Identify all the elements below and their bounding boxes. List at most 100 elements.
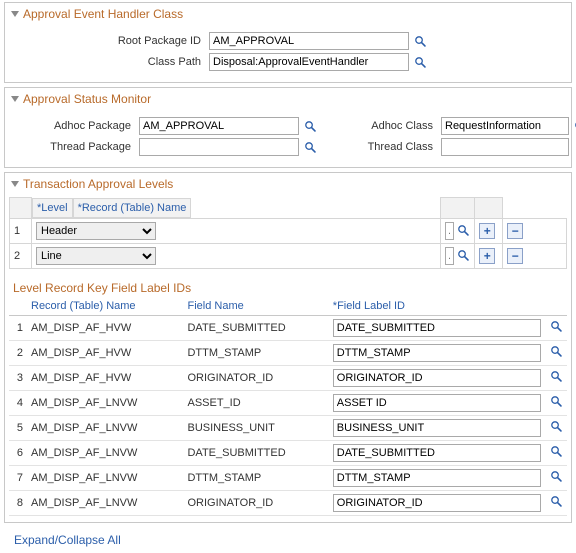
record-input[interactable] bbox=[445, 222, 454, 240]
key-fields-table: Record (Table) Name Field Name *Field La… bbox=[9, 297, 567, 516]
field-cell: DTTM_STAMP bbox=[183, 465, 328, 490]
lookup-icon[interactable] bbox=[549, 494, 563, 508]
class-path-input[interactable] bbox=[209, 53, 409, 71]
lookup-icon[interactable] bbox=[413, 55, 427, 69]
row-number: 6 bbox=[9, 440, 27, 465]
row-number: 5 bbox=[9, 415, 27, 440]
table-row: 1AM_DISP_AF_HVWDATE_SUBMITTED bbox=[9, 315, 567, 340]
section-header[interactable]: Approval Event Handler Class bbox=[5, 3, 571, 25]
record-cell: AM_DISP_AF_LNVW bbox=[27, 465, 183, 490]
record-cell: AM_DISP_AF_LNVW bbox=[27, 490, 183, 515]
delete-row-button[interactable]: − bbox=[507, 248, 523, 264]
field-cell: DATE_SUBMITTED bbox=[183, 440, 328, 465]
table-row: 5AM_DISP_AF_LNVWBUSINESS_UNIT bbox=[9, 415, 567, 440]
row-number: 4 bbox=[9, 390, 27, 415]
add-row-button[interactable]: + bbox=[479, 248, 495, 264]
field-label-input[interactable] bbox=[333, 369, 541, 387]
row-number: 1 bbox=[9, 315, 27, 340]
section-title: Transaction Approval Levels bbox=[23, 177, 173, 191]
section-status-monitor: Approval Status Monitor Adhoc Package Th… bbox=[4, 87, 572, 168]
add-row-button[interactable]: + bbox=[479, 223, 495, 239]
field-cell: BUSINESS_UNIT bbox=[183, 415, 328, 440]
label-thread-class: Thread Class bbox=[317, 141, 437, 153]
lookup-icon[interactable] bbox=[457, 249, 470, 263]
row-number: 2 bbox=[10, 243, 32, 268]
record-cell: AM_DISP_AF_LNVW bbox=[27, 415, 183, 440]
col-record[interactable]: Record (Table) Name bbox=[27, 297, 183, 316]
table-row: 7AM_DISP_AF_LNVWDTTM_STAMP bbox=[9, 465, 567, 490]
section-event-handler: Approval Event Handler Class Root Packag… bbox=[4, 2, 572, 83]
table-row: 2AM_DISP_AF_HVWDTTM_STAMP bbox=[9, 340, 567, 365]
chevron-down-icon bbox=[11, 11, 19, 17]
field-label-input[interactable] bbox=[333, 494, 541, 512]
field-cell: DATE_SUBMITTED bbox=[183, 315, 328, 340]
field-cell: DTTM_STAMP bbox=[183, 340, 328, 365]
delete-row-button[interactable]: − bbox=[507, 223, 523, 239]
lookup-icon[interactable] bbox=[549, 344, 563, 358]
field-label-input[interactable] bbox=[333, 444, 541, 462]
root-package-input[interactable] bbox=[209, 32, 409, 50]
field-cell: ORIGINATOR_ID bbox=[183, 365, 328, 390]
level-select[interactable]: HeaderLine bbox=[36, 247, 156, 265]
lookup-icon[interactable] bbox=[549, 469, 563, 483]
lookup-icon[interactable] bbox=[549, 444, 563, 458]
chevron-down-icon bbox=[11, 96, 19, 102]
col-label[interactable]: *Field Label ID bbox=[329, 297, 545, 316]
chevron-down-icon bbox=[11, 181, 19, 187]
section-header[interactable]: Transaction Approval Levels bbox=[5, 173, 571, 195]
lookup-icon[interactable] bbox=[549, 394, 563, 408]
row-number: 2 bbox=[9, 340, 27, 365]
section-title: Approval Status Monitor bbox=[23, 92, 151, 106]
record-cell: AM_DISP_AF_HVW bbox=[27, 365, 183, 390]
lookup-icon[interactable] bbox=[413, 34, 427, 48]
table-row: 6AM_DISP_AF_LNVWDATE_SUBMITTED bbox=[9, 440, 567, 465]
col-num bbox=[10, 198, 32, 219]
row-number: 7 bbox=[9, 465, 27, 490]
row-number: 8 bbox=[9, 490, 27, 515]
thread-package-input[interactable] bbox=[139, 138, 299, 156]
record-cell: AM_DISP_AF_HVW bbox=[27, 340, 183, 365]
label-root-package: Root Package ID bbox=[15, 35, 205, 47]
section-title: Approval Event Handler Class bbox=[23, 7, 183, 21]
lookup-icon[interactable] bbox=[303, 140, 317, 154]
label-adhoc-package: Adhoc Package bbox=[15, 120, 135, 132]
col-field[interactable]: Field Name bbox=[183, 297, 328, 316]
table-row: 1HeaderLine +− bbox=[10, 218, 567, 243]
field-label-input[interactable] bbox=[333, 419, 541, 437]
row-number: 3 bbox=[9, 365, 27, 390]
lookup-icon[interactable] bbox=[549, 319, 563, 333]
label-thread-package: Thread Package bbox=[15, 141, 135, 153]
levels-table: *Level *Record (Table) Name 1HeaderLine +… bbox=[9, 197, 567, 269]
record-input[interactable] bbox=[445, 247, 454, 265]
lookup-icon[interactable] bbox=[549, 369, 563, 383]
label-adhoc-class: Adhoc Class bbox=[317, 120, 437, 132]
lookup-icon[interactable] bbox=[457, 224, 470, 238]
col-level[interactable]: *Level bbox=[32, 198, 73, 218]
col-record[interactable]: *Record (Table) Name bbox=[73, 198, 192, 218]
thread-class-input[interactable] bbox=[441, 138, 569, 156]
table-row: 8AM_DISP_AF_LNVWORIGINATOR_ID bbox=[9, 490, 567, 515]
lookup-icon[interactable] bbox=[549, 419, 563, 433]
lookup-icon[interactable] bbox=[303, 119, 317, 133]
adhoc-class-input[interactable] bbox=[441, 117, 569, 135]
record-cell: AM_DISP_AF_LNVW bbox=[27, 440, 183, 465]
table-row: 2HeaderLine +− bbox=[10, 243, 567, 268]
field-label-input[interactable] bbox=[333, 319, 541, 337]
expand-collapse-link[interactable]: Expand/Collapse All bbox=[0, 527, 125, 553]
adhoc-package-input[interactable] bbox=[139, 117, 299, 135]
section-header[interactable]: Approval Status Monitor bbox=[5, 88, 571, 110]
field-label-input[interactable] bbox=[333, 469, 541, 487]
field-cell: ASSET_ID bbox=[183, 390, 328, 415]
row-number: 1 bbox=[10, 218, 32, 243]
table-row: 3AM_DISP_AF_HVWORIGINATOR_ID bbox=[9, 365, 567, 390]
level-select[interactable]: HeaderLine bbox=[36, 222, 156, 240]
field-label-input[interactable] bbox=[333, 394, 541, 412]
table-row: 4AM_DISP_AF_LNVWASSET_ID bbox=[9, 390, 567, 415]
field-cell: ORIGINATOR_ID bbox=[183, 490, 328, 515]
record-cell: AM_DISP_AF_HVW bbox=[27, 315, 183, 340]
field-label-input[interactable] bbox=[333, 344, 541, 362]
section-transaction-levels: Transaction Approval Levels *Level *Reco… bbox=[4, 172, 572, 523]
record-cell: AM_DISP_AF_LNVW bbox=[27, 390, 183, 415]
label-class-path: Class Path bbox=[15, 56, 205, 68]
key-fields-title: Level Record Key Field Label IDs bbox=[5, 275, 571, 297]
